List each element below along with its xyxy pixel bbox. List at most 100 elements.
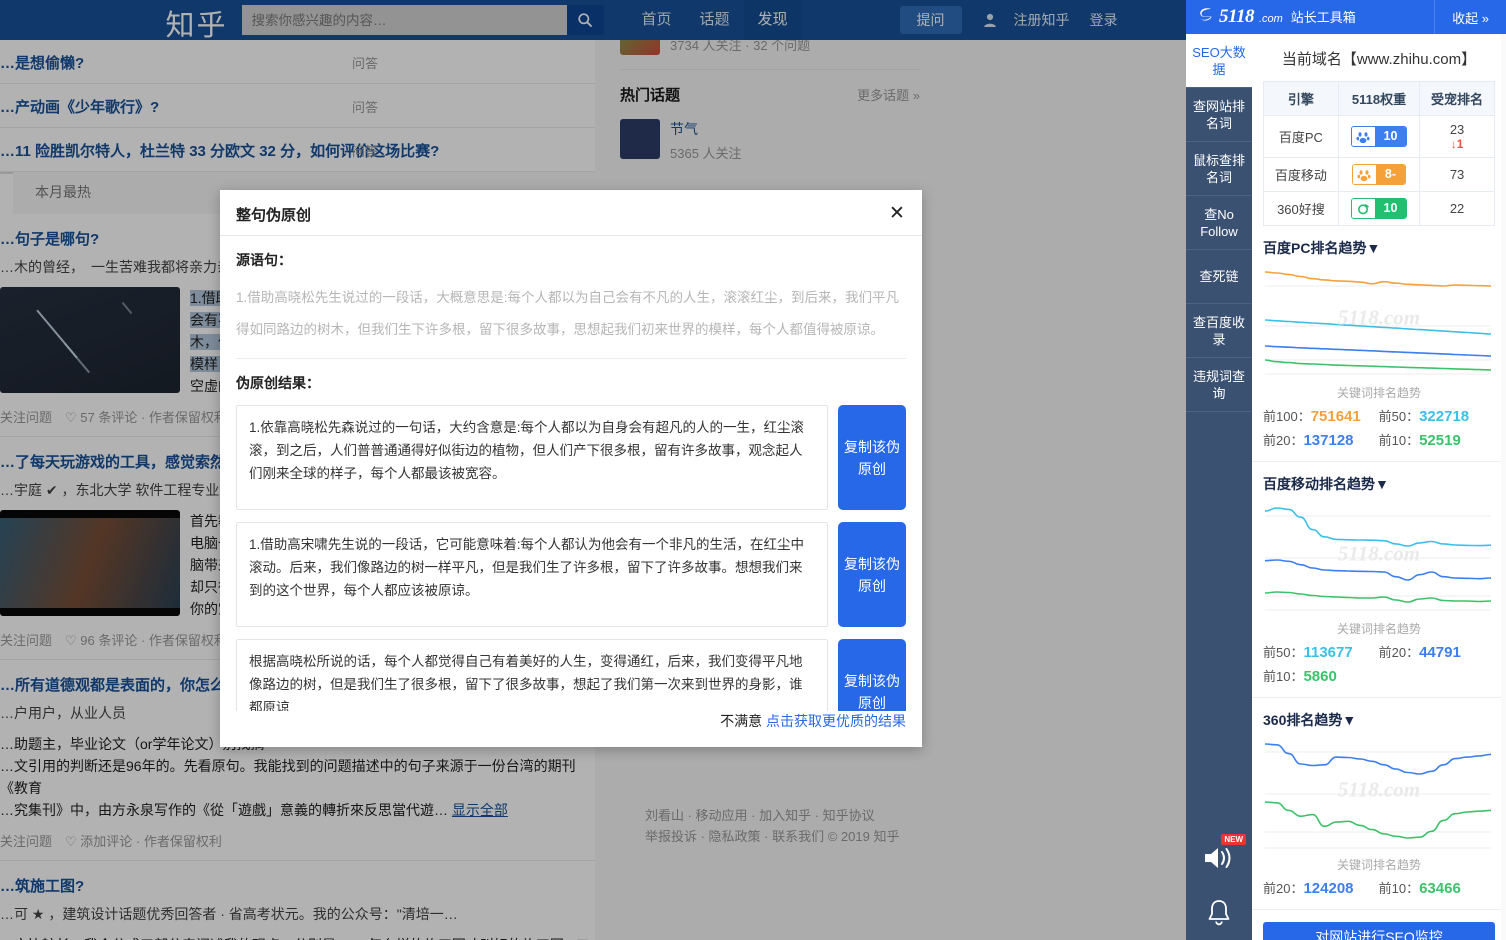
chart-plot-area: 5118.com — [1263, 264, 1495, 382]
rank-trend-chart-baidu-mobile — [1264, 507, 1492, 611]
better-results-link[interactable]: 点击获取更优质的结果 — [766, 713, 906, 729]
rank-cell: 22 — [1419, 191, 1495, 226]
engine-name: 百度移动 — [1263, 157, 1339, 192]
chart-series-前20 — [1264, 345, 1492, 357]
toolbar-main: SEO大数据 查网站排名词 鼠标查排名词 查No Follow 查死链 查百度收… — [1186, 34, 1506, 940]
chart-title[interactable]: 百度移动排名趋势▼ — [1263, 474, 1495, 494]
baidu-paw-icon — [1351, 127, 1375, 146]
5118-toolbar: 5118 .com 站长工具箱 收起 » SEO大数据 查网站排名词 鼠标查排名… — [1186, 0, 1506, 940]
brand-number: 5118 — [1219, 6, 1254, 27]
speaker-icon[interactable]: NEW — [1186, 830, 1252, 885]
chart-series-前50 — [1264, 507, 1492, 547]
table-row: 百度PC 10 23 ↓1 — [1263, 115, 1495, 158]
chart-stats: 前100：751641 前50：322718 前20：137128 前10：52… — [1263, 405, 1495, 453]
engine-name: 360好搜 — [1263, 191, 1339, 226]
result-text-3[interactable]: 根据高晓松所说的话，每个人都觉得自己有着美好的人生，变得通红，后来，我们变得平凡… — [236, 639, 828, 711]
stat-label: 前50： — [1263, 645, 1304, 660]
result-text-2[interactable]: 1.借助高宋啸先生说的一段话，它可能意味着:每个人都认为他会有一个非凡的生活，在… — [236, 522, 828, 627]
stat-value: 322718 — [1419, 408, 1470, 425]
toolbar-tab-nofollow[interactable]: 查No Follow — [1186, 196, 1252, 250]
stat-label: 前10： — [1378, 881, 1420, 896]
chart-caption: 关键词排名趋势 — [1336, 386, 1421, 400]
table-header-row: 引擎 5118权重 受宠排名 — [1263, 81, 1495, 116]
chart-plot-area: 5118.com — [1263, 500, 1495, 618]
engine-name: 百度PC — [1263, 115, 1339, 158]
chart-section-baidu-pc: 百度PC排名趋势▼ 5118.com 关键词排名趋势 前100：751641 前… — [1252, 226, 1506, 462]
new-badge: NEW — [1221, 834, 1246, 845]
toolbar-tab-banned-words[interactable]: 违规词查询 — [1186, 358, 1252, 412]
rank-value: 73 — [1449, 167, 1465, 182]
chart-series-前20 — [1264, 559, 1492, 581]
toolbar-tab-baidu-index[interactable]: 查百度收录 — [1186, 304, 1252, 358]
stat-value: 5860 — [1303, 668, 1337, 685]
stat-label: 前10： — [1263, 669, 1304, 684]
rank-value: 23 — [1449, 122, 1465, 137]
weight-rank-table: 引擎 5118权重 受宠排名 百度PC 10 23 ↓1 百度移动 8- 73 … — [1263, 81, 1495, 226]
toolbar-tab-mouse-rank-words[interactable]: 鼠标查排名词 — [1186, 142, 1252, 196]
chart-caption: 关键词排名趋势 — [1336, 858, 1421, 872]
rank-value: 22 — [1449, 201, 1465, 216]
weight-value: 8- — [1375, 165, 1406, 184]
5118-mark-icon — [1200, 8, 1212, 21]
stat-value: 124208 — [1303, 880, 1354, 897]
seo-monitor-button[interactable]: 对网站进行SEO监控 — [1263, 922, 1495, 940]
chart-stats: 前20：124208 前10：63466 — [1263, 877, 1495, 901]
chart-title[interactable]: 360排名趋势▼ — [1263, 710, 1495, 730]
pseudo-original-modal: 整句伪原创 ✕ 源语句： 1.借助高晓松先生说过的一段话，大概意思是:每个人都以… — [220, 190, 922, 747]
cta-wrapper: 对网站进行SEO监控 — [1252, 910, 1506, 940]
copy-result-button-1[interactable]: 复制该伪原创 — [838, 405, 906, 510]
toolbar-tab-seo-big-data[interactable]: SEO大数据 — [1186, 34, 1252, 88]
col-weight: 5118权重 — [1337, 81, 1421, 116]
toolbar-bottom-icons: NEW — [1186, 830, 1252, 940]
result-text-1[interactable]: 1.依靠高晓松先森说过的一句话，大约含意是:每个人都以为自身会有超凡的人的一生，… — [236, 405, 828, 510]
speaker-glyph-icon — [1205, 847, 1231, 868]
stat-label: 前100： — [1263, 409, 1311, 424]
table-row: 百度移动 8- 73 — [1263, 157, 1495, 192]
bell-icon[interactable] — [1186, 885, 1252, 940]
current-domain-label: 当前域名【www.zhihu.com】 — [1281, 51, 1477, 68]
result-row: 1.借助高宋啸先生说的一段话，它可能意味着:每个人都认为他会有一个非凡的生活，在… — [236, 522, 906, 627]
stat-value: 52519 — [1419, 432, 1461, 449]
stat-label: 前20： — [1378, 645, 1420, 660]
results-label: 伪原创结果： — [236, 375, 320, 391]
toolbar-tab-dead-links[interactable]: 查死链 — [1186, 250, 1252, 304]
stat-value: 137128 — [1303, 432, 1354, 449]
chart-series-前10 — [1264, 801, 1492, 839]
col-rank: 受宠排名 — [1419, 81, 1495, 116]
bell-glyph-icon — [1208, 899, 1230, 925]
stat-label: 前50： — [1378, 409, 1420, 424]
weight-cell[interactable]: 10 — [1337, 191, 1421, 226]
chart-title[interactable]: 百度PC排名趋势▼ — [1263, 238, 1495, 258]
result-row: 根据高晓松所说的话，每个人都觉得自己有着美好的人生，变得通红，后来，我们变得平凡… — [236, 639, 906, 711]
rank-cell: 23 ↓1 — [1419, 115, 1495, 158]
rank-cell: 73 — [1419, 157, 1495, 192]
chart-series-前100 — [1264, 271, 1492, 287]
baidu-paw-icon — [1352, 165, 1376, 184]
rank-trend-chart-360 — [1264, 743, 1492, 849]
source-sentence-label: 源语句： — [236, 252, 292, 268]
table-row: 360好搜 10 22 — [1263, 191, 1495, 226]
close-icon[interactable]: ✕ — [884, 200, 910, 226]
collapse-button[interactable]: 收起 » — [1434, 0, 1506, 34]
unsatisfied-label: 不满意 — [720, 713, 763, 729]
toolbar-tab-site-rank-words[interactable]: 查网站排名词 — [1186, 88, 1252, 142]
modal-body: 源语句： 1.借助高晓松先生说过的一段话，大概意思是:每个人都以为自己会有不凡的… — [220, 236, 922, 711]
5118-logo[interactable]: 5118 .com 站长工具箱 — [1198, 6, 1356, 28]
weight-cell[interactable]: 8- — [1337, 157, 1421, 192]
copy-result-button-3[interactable]: 复制该伪原创 — [838, 639, 906, 711]
col-engine: 引擎 — [1263, 81, 1339, 116]
weight-cell[interactable]: 10 — [1337, 115, 1421, 158]
modal-footer: 不满意 点击获取更优质的结果 — [220, 711, 922, 747]
stat-label: 前20： — [1263, 881, 1304, 896]
chart-caption: 关键词排名趋势 — [1336, 622, 1421, 636]
chart-series-前20 — [1264, 743, 1492, 775]
toolbar-tab-list: SEO大数据 查网站排名词 鼠标查排名词 查No Follow 查死链 查百度收… — [1186, 34, 1252, 940]
toolbar-scrollbar[interactable] — [1501, 34, 1506, 940]
stat-value: 113677 — [1303, 644, 1353, 661]
copy-result-button-2[interactable]: 复制该伪原创 — [838, 522, 906, 627]
stat-value: 63466 — [1419, 880, 1461, 897]
source-sentence-text: 1.借助高晓松先生说过的一段话，大概意思是:每个人都以为自己会有不凡的人生，滚滚… — [236, 290, 900, 337]
chart-stats: 前50：113677 前20：44791 前10：5860 — [1263, 641, 1495, 689]
chart-section-360: 360排名趋势▼ 5118.com 关键词排名趋势 前20：124208 前10… — [1252, 698, 1506, 910]
toolbar-panel: 当前域名【www.zhihu.com】 引擎 5118权重 受宠排名 百度PC — [1252, 34, 1506, 940]
